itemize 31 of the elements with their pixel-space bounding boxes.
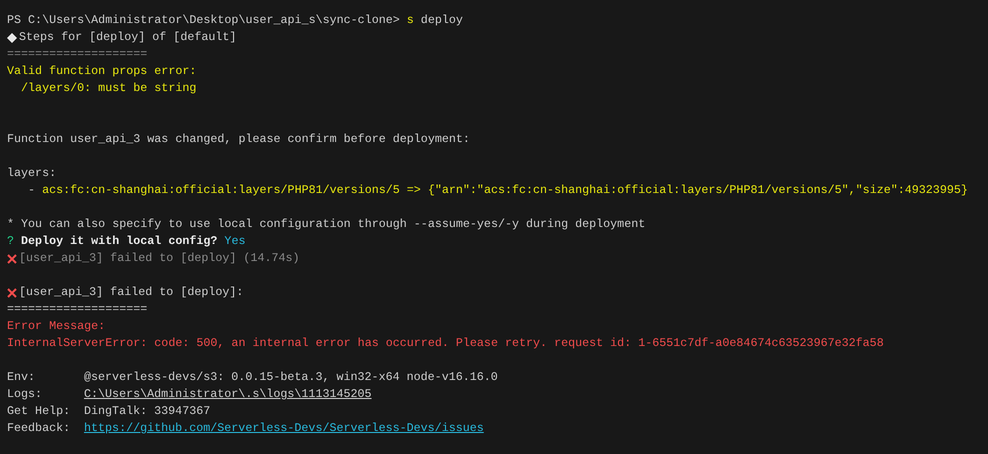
output-text: Function user_api_3 was changed, please confirm before deployment: — [7, 131, 470, 148]
field-label: Logs: — [7, 386, 44, 403]
output-text: @serverless-devs/s3: 0.0.15-beta.3, win32-x64 node-v16.16.0 — [84, 369, 498, 386]
error-text: InternalServerError: code: 500, an internal error has occurred. Please retry. request id: 1-6551c7df-a0e84674c63523967e32fa58 — [7, 335, 884, 352]
field-label: Feedback: — [7, 420, 72, 437]
error-text: Error Message: — [7, 318, 106, 335]
command-text: s — [406, 12, 414, 29]
field-label: Get Help: — [7, 403, 72, 420]
output-text: * You can also specify to use local configuration through --assume-yes/-y during deployment — [7, 216, 646, 233]
output-text: Steps for [deploy] of [default] — [19, 29, 236, 46]
field-label: Env: — [7, 369, 36, 386]
output-text: - — [27, 182, 36, 199]
cross-icon — [7, 254, 17, 264]
warning-text: acs:fc:cn-shanghai:official:layers/PHP81/versions/5 => {"arn":"acs:fc:cn-shanghai:official:layers/PHP81/versions/5","size":49323995} — [42, 182, 968, 199]
feedback-link[interactable]: https://github.com/Serverless-Devs/Serverless-Devs/issues — [84, 420, 484, 437]
output-text: [user_api_3] failed to [deploy]: — [19, 284, 244, 301]
question-mark: ? — [7, 233, 14, 250]
diamond-icon — [7, 32, 17, 42]
status-text: ==================== — [7, 46, 148, 63]
answer-text: Yes — [223, 233, 246, 250]
status-text: [user_api_3] failed to [deploy] (14.74s) — [19, 250, 300, 267]
output-text: PS C:\Users\Administrator\Desktop\user_api_s\sync-clone> — [7, 12, 401, 29]
output-text: DingTalk: 33947367 — [84, 403, 210, 420]
cross-icon — [7, 288, 17, 298]
warning-text: Valid function props error: — [7, 63, 196, 80]
output-text: ==================== — [7, 301, 148, 318]
prompt-text: Deploy it with local config? — [20, 233, 218, 250]
output-text: deploy — [420, 12, 463, 29]
log-path-link[interactable]: C:\Users\Administrator\.s\logs\1113145205 — [84, 386, 372, 403]
output-text: layers: — [7, 165, 56, 182]
warning-text: /layers/0: must be string — [20, 80, 196, 97]
